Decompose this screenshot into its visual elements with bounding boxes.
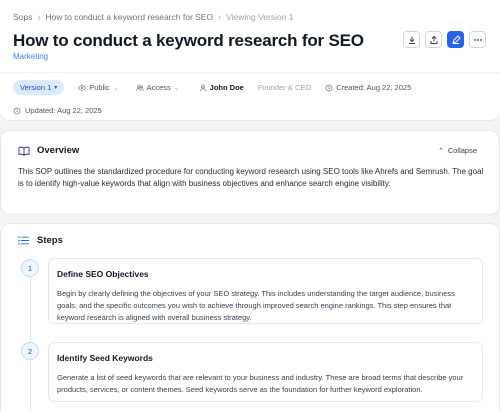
chevron-right-icon: › (218, 12, 222, 22)
sop-header: Sops › How to conduct a keyword research… (0, 0, 500, 121)
collapse-button[interactable]: ⌃ Collapse (438, 146, 477, 155)
breadcrumb-page[interactable]: How to conduct a keyword research for SE… (45, 12, 213, 22)
access-label: Access (146, 83, 171, 92)
clock-icon (13, 107, 21, 114)
chevron-up-icon: ⌃ (437, 147, 444, 155)
share-button[interactable] (425, 31, 442, 48)
edit-icon (451, 34, 461, 44)
chevron-down-icon: ⌄ (112, 84, 119, 92)
steps-header: Steps (18, 235, 63, 246)
overview-header: Overview (18, 145, 79, 156)
breadcrumb-version: Viewing Version 1 (226, 12, 294, 22)
step-card: Define SEO Objectives Begin by clearly d… (48, 258, 483, 324)
timeline-line (30, 269, 31, 411)
version-select[interactable]: Version 1 ▾ (13, 80, 65, 95)
page-title: How to conduct a keyword research for SE… (13, 31, 364, 50)
chevron-right-icon: › (37, 12, 41, 22)
overview-section: Overview ⌃ Collapse This SOP outlines th… (0, 130, 500, 215)
category-link[interactable]: Marketing (13, 52, 48, 61)
collapse-label: Collapse (447, 146, 477, 155)
step-description: Begin by clearly defining the objectives… (57, 289, 455, 322)
created-label: Created: Aug 22, 2025 (336, 83, 412, 92)
visibility-select[interactable]: Public ⌄ (78, 83, 119, 92)
created-date: Created: Aug 22, 2025 (325, 83, 411, 92)
version-label: Version 1 (20, 83, 52, 92)
users-icon (135, 84, 144, 91)
visibility-label: Public (89, 83, 110, 92)
eye-icon (78, 84, 87, 91)
steps-heading: Steps (37, 235, 63, 246)
updated-date: Updated: Aug 22, 2025 (13, 106, 102, 115)
list-icon (18, 236, 29, 245)
step-number: 2 (21, 342, 39, 360)
edit-button[interactable] (447, 31, 464, 48)
download-icon (408, 36, 415, 44)
step-title: Define SEO Objectives (57, 269, 149, 279)
step-number: 1 (21, 259, 39, 277)
step-title: Identify Seed Keywords (57, 353, 153, 363)
overview-text: This SOP outlines the standardized proce… (18, 167, 484, 188)
overview-heading: Overview (37, 145, 80, 156)
clock-icon (325, 84, 333, 91)
breadcrumb-root[interactable]: Sops (13, 12, 32, 22)
more-button[interactable] (469, 31, 486, 48)
author: John Doe (199, 83, 244, 92)
user-icon (199, 84, 206, 91)
chevron-down-icon: ▾ (54, 85, 58, 91)
step-card: Identify Seed Keywords Generate a list o… (48, 342, 483, 402)
header-actions (403, 31, 486, 48)
steps-section: Steps 1 Define SEO Objectives Begin by c… (0, 223, 500, 411)
author-name: John Doe (209, 83, 244, 92)
access-select[interactable]: Access ⌄ (135, 83, 180, 92)
breadcrumb: Sops › How to conduct a keyword research… (13, 12, 294, 22)
book-icon (18, 146, 30, 156)
more-icon (473, 38, 482, 41)
download-button[interactable] (403, 31, 420, 48)
meta-bar: Version 1 ▾ Public ⌄ Access ⌄ John Doe F… (13, 80, 411, 95)
chevron-down-icon: ⌄ (173, 84, 180, 92)
share-icon (430, 35, 437, 44)
step-description: Generate a list of seed keywords that ar… (57, 373, 464, 394)
updated-label: Updated: Aug 22, 2025 (25, 106, 102, 115)
author-role: Founder & CEO (257, 83, 312, 92)
divider (0, 72, 500, 73)
